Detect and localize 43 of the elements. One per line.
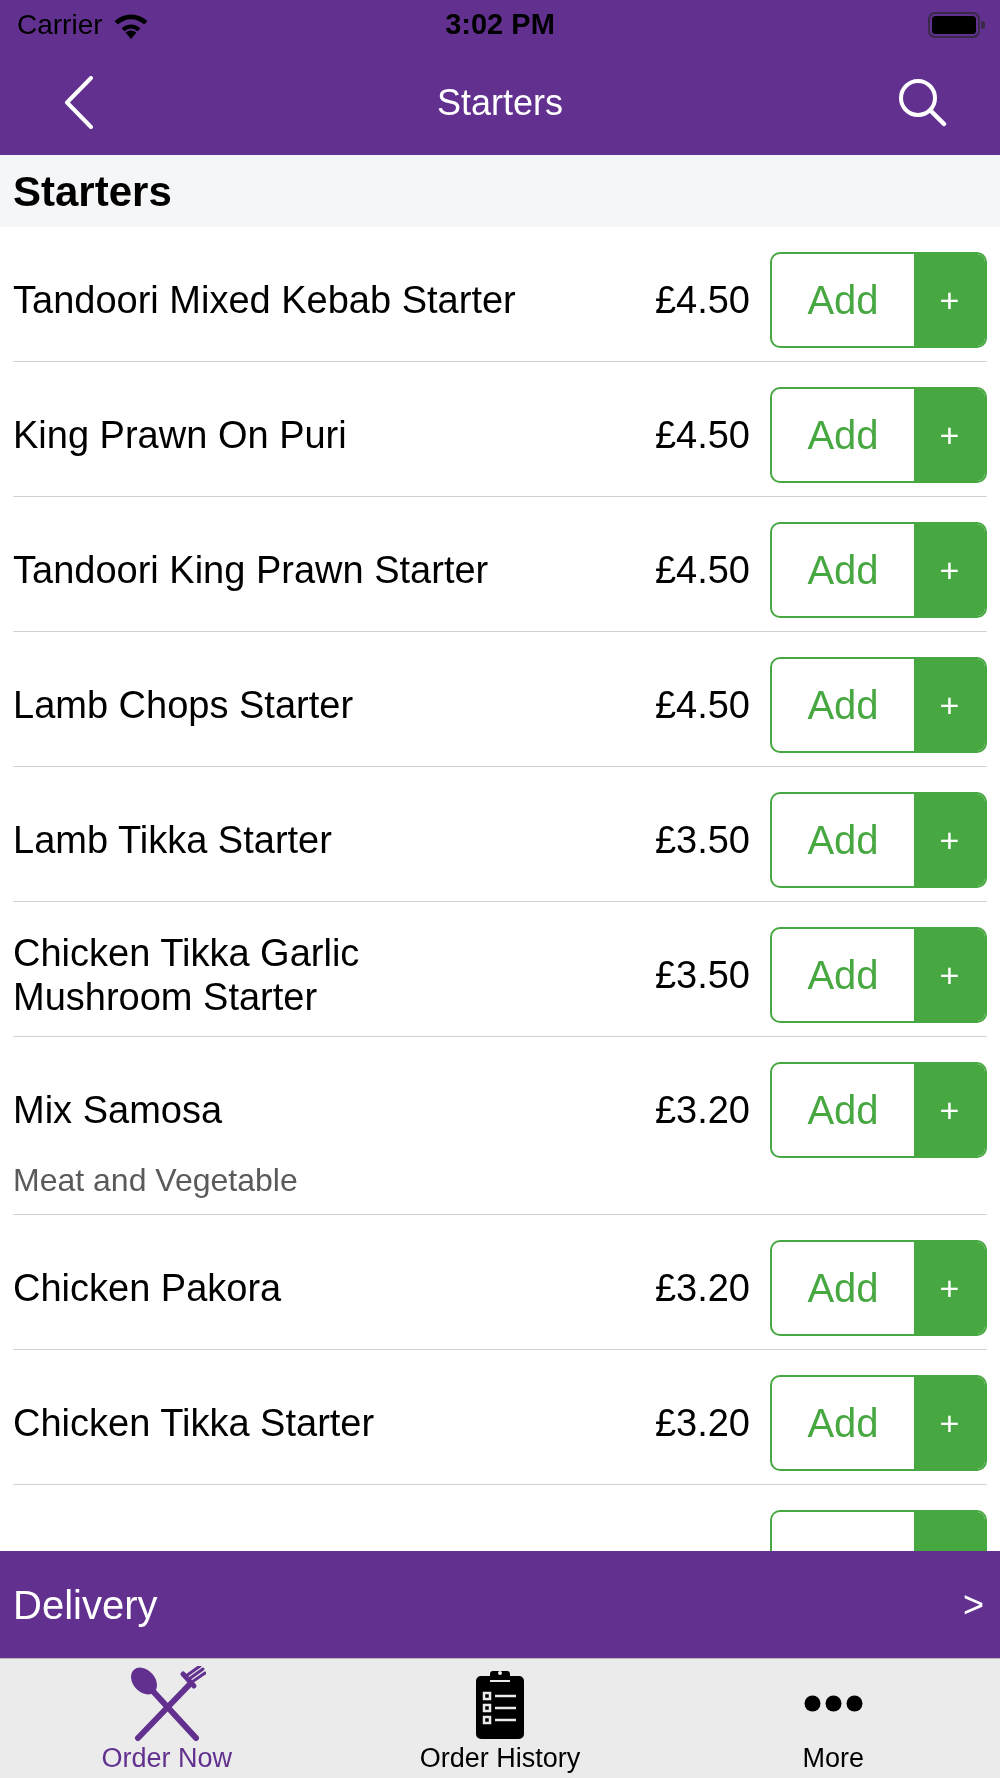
item-name: Lamb Tikka Starter bbox=[13, 818, 332, 862]
time-label: 3:02 PM bbox=[445, 7, 555, 43]
wifi-icon bbox=[112, 11, 149, 39]
item-price: £4.50 bbox=[654, 278, 750, 322]
tab-bar-item[interactable]: Order History bbox=[333, 1659, 667, 1778]
carrier-label: Carrier bbox=[17, 8, 103, 42]
item-price: £3.20 bbox=[654, 1401, 750, 1445]
item-name: Tandoori Mixed Kebab Starter bbox=[13, 278, 516, 322]
tab-bar-item[interactable]: More bbox=[666, 1659, 1000, 1778]
add-button[interactable]: Add + bbox=[770, 1375, 987, 1471]
add-button[interactable]: Add + bbox=[770, 1240, 987, 1336]
item-price: £4.50 bbox=[654, 683, 750, 727]
add-button[interactable]: Add + bbox=[770, 387, 987, 483]
add-button[interactable]: Add + bbox=[770, 252, 987, 348]
item-price: £3.50 bbox=[654, 953, 750, 997]
delivery-bar[interactable]: Delivery > bbox=[0, 1551, 1000, 1658]
item-price: £3.20 bbox=[654, 1088, 750, 1132]
more-icon bbox=[803, 1695, 863, 1712]
add-button[interactable]: Add + bbox=[770, 1062, 987, 1158]
item-name: King Prawn On Puri bbox=[13, 413, 347, 457]
item-name: Chicken Tikka Garlic Mushroom Starter bbox=[13, 931, 361, 1019]
section-title: Starters bbox=[13, 166, 172, 217]
search-icon[interactable] bbox=[898, 78, 947, 127]
item-name: Mix Samosa bbox=[13, 1088, 223, 1132]
item-price: £4.50 bbox=[654, 548, 750, 592]
clipboard-list-icon bbox=[476, 1668, 524, 1739]
nav-title: Starters bbox=[437, 80, 563, 125]
item-name: Lamb Chops Starter bbox=[13, 683, 354, 727]
battery-icon bbox=[928, 12, 985, 38]
item-name: Chicken Pakora bbox=[13, 1266, 282, 1310]
item-price: £3.20 bbox=[654, 1266, 750, 1310]
add-button[interactable]: Add + bbox=[770, 792, 987, 888]
add-button[interactable]: Add + bbox=[770, 522, 987, 618]
chevron-left-icon[interactable] bbox=[64, 76, 94, 129]
tab-bar-item[interactable]: Order Now bbox=[0, 1659, 334, 1778]
add-button[interactable] bbox=[770, 1510, 987, 1551]
add-button[interactable]: Add + bbox=[770, 927, 987, 1023]
add-button[interactable]: Add + bbox=[770, 657, 987, 753]
item-name: Tandoori King Prawn Starter bbox=[13, 548, 489, 592]
item-name: Chicken Tikka Starter bbox=[13, 1401, 375, 1445]
item-price: £4.50 bbox=[654, 413, 750, 457]
item-price: £3.50 bbox=[654, 818, 750, 862]
item-description: Meat and Vegetable bbox=[13, 1162, 298, 1198]
